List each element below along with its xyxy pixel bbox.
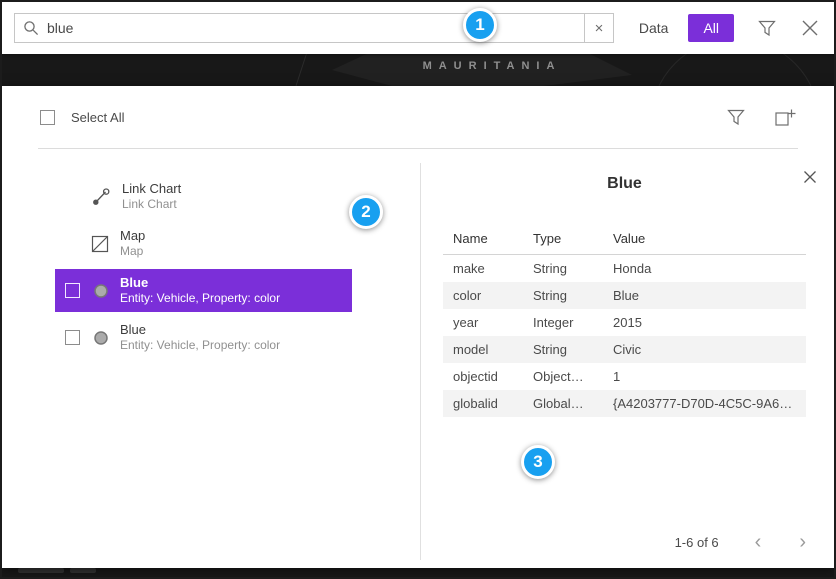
result-title: Blue	[120, 322, 280, 338]
pagination-range-label: 1-6 of 6	[675, 535, 719, 550]
result-title: Link Chart	[122, 181, 181, 197]
table-row: make String Honda	[443, 255, 806, 282]
result-subtitle: Link Chart	[122, 197, 181, 212]
add-to-selection-button[interactable]	[775, 108, 796, 127]
close-detail-button[interactable]	[802, 169, 818, 185]
attr-name: globalid	[453, 396, 533, 411]
attr-value: Blue	[613, 288, 796, 303]
annotation-badge-3: 3	[521, 445, 555, 479]
result-subtitle: Entity: Vehicle, Property: color	[120, 338, 280, 353]
pagination: 1-6 of 6 ‹ ›	[675, 532, 808, 552]
attr-name: color	[453, 288, 533, 303]
select-all-label[interactable]: Select All	[71, 110, 124, 125]
map-attribution-placeholder	[70, 568, 96, 573]
result-checkbox[interactable]	[65, 283, 80, 298]
result-title: Blue	[120, 275, 280, 291]
next-page-button[interactable]: ›	[797, 532, 808, 552]
table-row: color String Blue	[443, 282, 806, 309]
annotation-badge-2: 2	[349, 195, 383, 229]
results-panel: Select All	[2, 86, 834, 568]
entity-circle-icon	[93, 283, 109, 299]
column-header-value: Value	[613, 231, 796, 246]
entity-circle-icon	[93, 330, 109, 346]
clear-search-button[interactable]: ×	[584, 13, 614, 43]
filter-results-button[interactable]	[727, 109, 745, 126]
all-toggle-button[interactable]: All	[688, 14, 734, 42]
search-window: MAURITANIA × Data All	[0, 0, 836, 579]
attr-name: model	[453, 342, 533, 357]
result-checkbox[interactable]	[65, 330, 80, 345]
search-box: ×	[14, 13, 614, 43]
data-toggle-button[interactable]: Data	[629, 14, 679, 42]
result-subtitle: Map	[120, 244, 145, 259]
select-all-checkbox[interactable]	[40, 110, 55, 125]
search-scope-toggle: Data All	[629, 14, 734, 42]
detail-pane: Blue Name Type Value make String	[421, 149, 834, 568]
result-item-map[interactable]: Map Map	[55, 222, 352, 265]
close-search-button[interactable]	[798, 16, 822, 40]
table-row: globalid Global… {A4203777-D70D-4C5C-9A6…	[443, 390, 806, 417]
column-header-name: Name	[453, 231, 533, 246]
search-icon	[15, 20, 47, 36]
attr-name: year	[453, 315, 533, 330]
attr-value: 1	[613, 369, 796, 384]
table-row: objectid Object… 1	[443, 363, 806, 390]
result-item-blue[interactable]: Blue Entity: Vehicle, Property: color	[55, 316, 352, 359]
attr-value: Civic	[613, 342, 796, 357]
table-row: year Integer 2015	[443, 309, 806, 336]
previous-page-button[interactable]: ‹	[753, 532, 764, 552]
attr-type: Global…	[533, 396, 613, 411]
map-country-label: MAURITANIA	[392, 60, 592, 72]
attr-value: {A4203777-D70D-4C5C-9A65-C…	[613, 396, 796, 411]
search-input[interactable]	[47, 20, 584, 36]
search-bar: × Data All	[2, 2, 834, 54]
attr-name: objectid	[453, 369, 533, 384]
attr-value: 2015	[613, 315, 796, 330]
result-item-blue-selected[interactable]: Blue Entity: Vehicle, Property: color	[55, 269, 352, 312]
filter-button[interactable]	[758, 20, 776, 37]
results-body: Link Chart Link Chart Map Map	[2, 149, 834, 568]
attr-type: String	[533, 342, 613, 357]
attribute-table: Name Type Value make String Honda color …	[443, 223, 806, 417]
attr-type: String	[533, 288, 613, 303]
map-icon	[91, 235, 109, 253]
attr-type: Object…	[533, 369, 613, 384]
annotation-badge-1: 1	[463, 8, 497, 42]
attr-value: Honda	[613, 261, 796, 276]
results-header: Select All	[2, 86, 834, 148]
column-header-type: Type	[533, 231, 613, 246]
link-chart-icon	[91, 187, 111, 207]
attribute-table-header: Name Type Value	[443, 223, 806, 255]
attr-name: make	[453, 261, 533, 276]
detail-title: Blue	[443, 175, 806, 193]
attr-type: String	[533, 261, 613, 276]
result-subtitle: Entity: Vehicle, Property: color	[120, 291, 280, 306]
result-title: Map	[120, 228, 145, 244]
table-row: model String Civic	[443, 336, 806, 363]
attr-type: Integer	[533, 315, 613, 330]
result-item-link-chart[interactable]: Link Chart Link Chart	[55, 175, 352, 218]
map-attribution-placeholder	[18, 568, 64, 573]
